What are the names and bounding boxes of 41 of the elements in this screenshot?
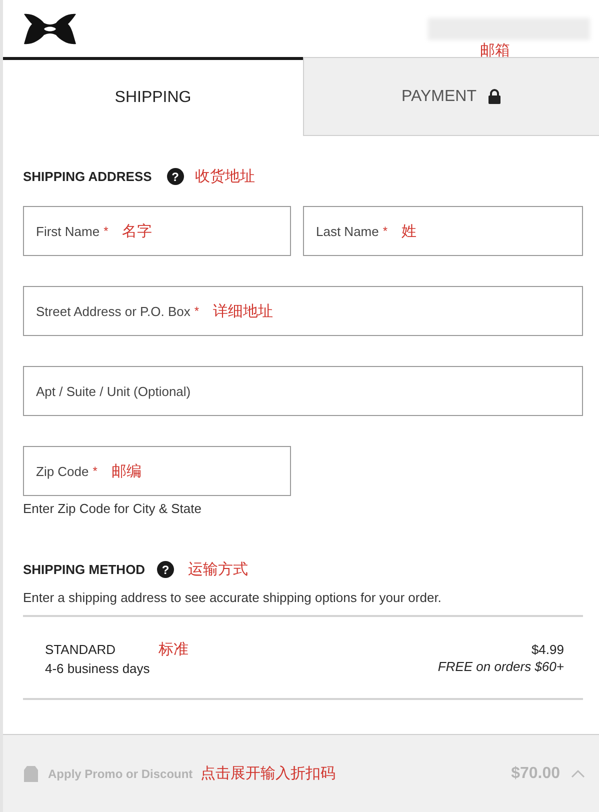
chevron-up-icon (571, 769, 585, 778)
tag-icon (24, 766, 38, 782)
input-field[interactable]: Apt / Suite / Unit (Optional) (23, 366, 583, 416)
annotation: 姓 (402, 222, 417, 240)
field-label: Zip Code (36, 464, 89, 478)
delivery-time: 4-6 business days (45, 660, 151, 676)
order-total: $70.00 (511, 764, 560, 782)
price: $4.99 (530, 642, 564, 656)
input-field[interactable]: Last Name * 姓 (303, 206, 583, 256)
annotation: 运输方式 (188, 560, 248, 579)
section-title: SHIPPING ADDRESS (23, 169, 152, 184)
input-field[interactable]: Zip Code * 邮编 (23, 446, 291, 496)
field-hint: Enter Zip Code for City & State (23, 501, 202, 516)
annotation: 标准 (158, 640, 189, 658)
annotation: 收货地址 (194, 167, 255, 186)
annotation: 邮箱 (480, 41, 510, 60)
annotation: 名字 (122, 222, 152, 240)
annotation: 详细地址 (213, 302, 274, 320)
help-icon[interactable]: ? (157, 561, 174, 578)
annotation: 邮编 (111, 462, 142, 480)
promo-label: Apply Promo or Discount (48, 766, 193, 780)
option-name: STANDARD (45, 642, 116, 656)
description: Enter a shipping address to see accurate shipping options for your order. (23, 590, 442, 605)
section-title: SHIPPING METHOD (23, 562, 146, 577)
field-label: Street Address or P.O. Box (36, 304, 190, 318)
field-label: Last Name (316, 224, 379, 238)
required-mark: * (194, 304, 200, 318)
tab[interactable]: PAYMENT (303, 57, 599, 136)
logo (22, 12, 78, 46)
lock-icon (488, 89, 502, 104)
required-mark: * (92, 464, 98, 478)
input-field[interactable]: Street Address or P.O. Box * 详细地址 (23, 286, 583, 336)
help-icon[interactable]: ? (166, 168, 184, 185)
offer-text: FREE on orders $60+ (438, 658, 564, 674)
field-label: Apt / Suite / Unit (Optional) (36, 384, 191, 398)
annotation: 点击展开输入折扣码 (200, 764, 336, 783)
required-mark: * (104, 224, 108, 238)
promo-bar[interactable]: Apply Promo or Discount 点击展开输入折扣码 $70.00 (3, 734, 599, 812)
field-label: First Name (36, 224, 100, 238)
required-mark: * (382, 224, 388, 238)
input-field[interactable]: First Name * 名字 (23, 206, 291, 256)
